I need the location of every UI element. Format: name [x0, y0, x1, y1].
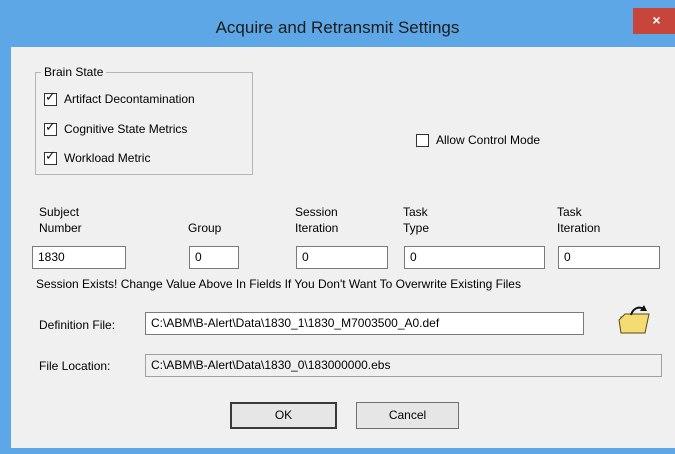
session-iteration-input[interactable]: 0 [296, 246, 388, 269]
session-iteration-label: Session Iteration [295, 205, 339, 235]
close-icon: × [652, 12, 661, 28]
dialog-title: Acquire and Retransmit Settings [215, 18, 460, 37]
checkbox-box[interactable]: ✓ [44, 148, 57, 165]
task-iteration-label: Task Iteration [557, 205, 601, 235]
settings-dialog: Acquire and Retransmit Settings × Brain … [0, 0, 675, 454]
checkbox-label: Workload Metric [64, 151, 151, 165]
definition-file-label: Definition File: [39, 318, 116, 332]
workload-metric-checkbox[interactable]: ✓ Workload Metric [44, 148, 151, 165]
ok-button[interactable]: OK [230, 402, 337, 429]
definition-file-input[interactable]: C:\ABM\B-Alert\Data\1830_1\1830_M7003500… [145, 312, 584, 335]
checkbox-label: Allow Control Mode [436, 133, 541, 147]
checkbox-box[interactable]: ✓ [44, 119, 57, 136]
checkbox-label: Artifact Decontamination [64, 92, 195, 106]
file-location-field: C:\ABM\B-Alert\Data\1830_0\183000000.ebs [145, 354, 662, 377]
checkbox-box[interactable] [416, 133, 429, 147]
check-icon: ✓ [45, 148, 56, 164]
brain-state-legend: Brain State [41, 65, 107, 79]
close-button[interactable]: × [633, 8, 675, 34]
allow-control-mode-checkbox[interactable]: Allow Control Mode [416, 133, 540, 147]
subject-number-input[interactable]: 1830 [32, 246, 126, 269]
task-type-input[interactable]: 0 [404, 246, 545, 269]
file-location-label: File Location: [39, 359, 111, 373]
folder-open-icon[interactable] [617, 304, 651, 336]
dialog-body: Brain State ✓ Artifact Decontamination ✓… [11, 47, 675, 448]
checkbox-label: Cognitive State Metrics [64, 122, 188, 136]
checkbox-box[interactable]: ✓ [44, 89, 57, 106]
task-iteration-input[interactable]: 0 [558, 246, 660, 269]
cognitive-state-metrics-checkbox[interactable]: ✓ Cognitive State Metrics [44, 119, 188, 136]
artifact-decontamination-checkbox[interactable]: ✓ Artifact Decontamination [44, 89, 195, 106]
task-type-label: Task Type [403, 205, 430, 235]
check-icon: ✓ [45, 119, 56, 135]
session-exists-warning: Session Exists! Change Value Above In Fi… [36, 277, 521, 291]
title-bar[interactable]: Acquire and Retransmit Settings × [0, 0, 675, 47]
cancel-button[interactable]: Cancel [356, 402, 459, 429]
group-label: Group [188, 221, 222, 235]
subject-number-label: Subject Number [39, 205, 82, 235]
check-icon: ✓ [45, 89, 56, 105]
group-input[interactable]: 0 [189, 246, 239, 269]
